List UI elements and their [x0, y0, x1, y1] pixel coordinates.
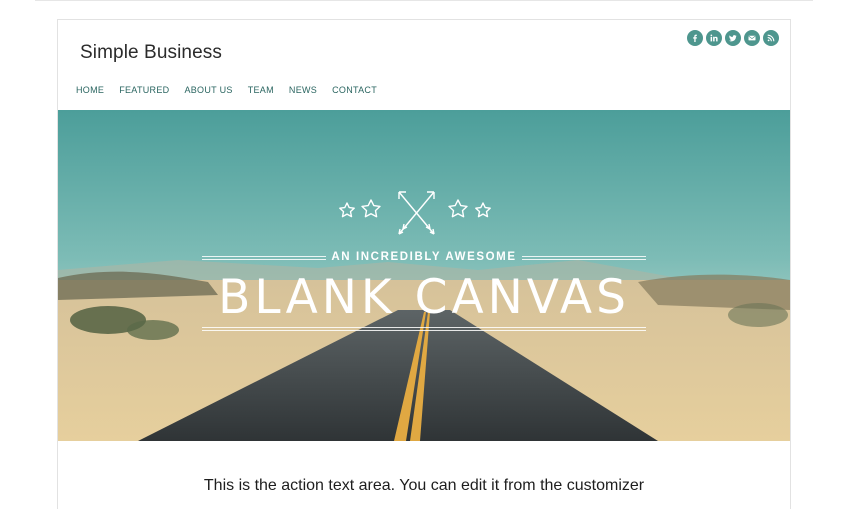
- hero-banner: AN INCREDIBLY AWESOME BLANK CANVAS: [58, 110, 790, 441]
- star-icon: [339, 202, 355, 218]
- kicker-rule-right-top: [522, 256, 646, 257]
- hero-headline: BLANK CANVAS: [218, 270, 630, 325]
- twitter-icon[interactable]: [725, 30, 741, 46]
- social-links: [687, 30, 779, 46]
- star-icon: [448, 199, 468, 218]
- facebook-icon[interactable]: [687, 30, 703, 46]
- nav-item-featured[interactable]: FEATURED: [119, 85, 169, 95]
- hero-kicker: AN INCREDIBLY AWESOME: [331, 251, 517, 263]
- nav-item-home[interactable]: HOME: [76, 85, 104, 95]
- headline-rule-bottom: [202, 330, 646, 331]
- nav-item-contact[interactable]: CONTACT: [332, 85, 377, 95]
- nav-item-team[interactable]: TEAM: [248, 85, 274, 95]
- site-title[interactable]: Simple Business: [80, 42, 222, 64]
- site-frame: Simple Business HOME FEATURED ABOUT US T…: [57, 19, 791, 509]
- main-navigation: HOME FEATURED ABOUT US TEAM NEWS CONTACT: [76, 85, 392, 95]
- rss-icon[interactable]: [763, 30, 779, 46]
- nav-item-about-us[interactable]: ABOUT US: [184, 85, 232, 95]
- email-icon[interactable]: [744, 30, 760, 46]
- nav-item-news[interactable]: NEWS: [289, 85, 317, 95]
- star-icon: [475, 202, 491, 218]
- top-divider: [35, 0, 813, 1]
- star-icon: [361, 199, 381, 218]
- headline-rule-top: [202, 327, 646, 328]
- linkedin-icon[interactable]: [706, 30, 722, 46]
- action-text: This is the action text area. You can ed…: [203, 477, 645, 494]
- kicker-rule-right-bottom: [522, 259, 646, 260]
